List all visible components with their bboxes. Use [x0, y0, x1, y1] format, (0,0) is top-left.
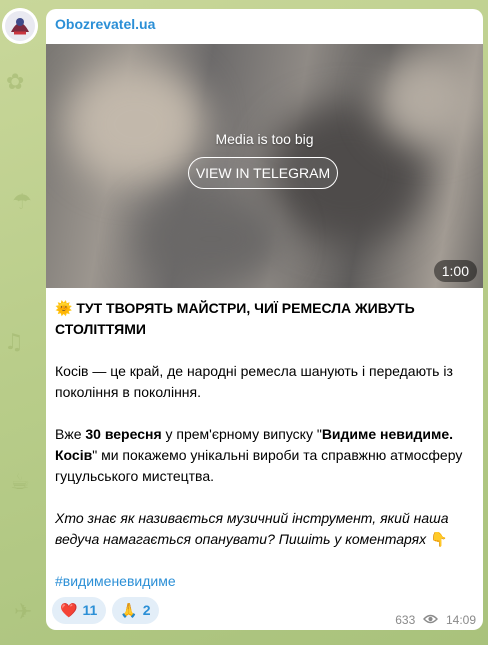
background-doodle: ✿	[6, 70, 25, 95]
background-doodle: ☂	[12, 190, 32, 215]
date-bold: 30 вересня	[85, 426, 162, 442]
media-blur	[66, 64, 206, 184]
reaction-pray[interactable]: 🙏 2	[112, 597, 160, 624]
eye-icon	[422, 613, 438, 627]
channel-name[interactable]: Obozrevatel.ua	[55, 16, 155, 32]
reaction-count: 2	[142, 602, 151, 618]
message-time: 14:09	[445, 612, 476, 627]
view-count: 633	[395, 612, 416, 627]
post-question: Хто знає як називається музичний інструм…	[55, 508, 475, 550]
media-blur	[136, 194, 286, 284]
background-doodle: ✈	[14, 600, 33, 625]
post-title: 🌞 ТУТ ТВОРЯТЬ МАЙСТРИ, ЧИЇ РЕМЕСЛА ЖИВУТ…	[55, 298, 475, 340]
text-span: Вже	[55, 426, 86, 442]
view-in-telegram-button[interactable]: VIEW IN TELEGRAM	[188, 157, 338, 189]
hashtag-link[interactable]: #видименевидиме	[55, 571, 475, 592]
reaction-count: 11	[82, 602, 98, 618]
sun-emoji-icon: 🌞	[55, 300, 73, 316]
message-bubble: Obozrevatel.ua Media is too big VIEW IN …	[46, 9, 483, 630]
background-doodle: ☕	[10, 470, 30, 495]
post-title-text: ТУТ ТВОРЯТЬ МАЙСТРИ, ЧИЇ РЕМЕСЛА ЖИВУТЬ …	[55, 300, 415, 337]
text-span: у прем'єрному випуску "	[161, 426, 322, 442]
media-too-big-notice: Media is too big	[215, 131, 314, 147]
reaction-heart[interactable]: ❤️ 11	[52, 597, 107, 624]
question-text: Хто знає як називається музичний інструм…	[55, 510, 449, 547]
post-text: 🌞 ТУТ ТВОРЯТЬ МАЙСТРИ, ЧИЇ РЕМЕСЛА ЖИВУТ…	[55, 298, 475, 592]
heart-icon: ❤️	[60, 603, 78, 619]
pointing-down-emoji-icon: 👇	[430, 531, 448, 547]
reactions-bar: ❤️ 11 🙏 2	[52, 597, 165, 624]
praying-hands-icon: 🙏	[120, 603, 138, 619]
message-meta: 633 14:09	[395, 612, 476, 627]
channel-avatar[interactable]	[2, 8, 38, 44]
media-preview[interactable]: Media is too big VIEW IN TELEGRAM 1:00	[46, 44, 483, 288]
post-paragraph: Вже 30 вересня у прем'єрному випуску "Ви…	[55, 424, 475, 487]
text-span: " ми покажемо унікальні вироби та справж…	[55, 447, 463, 484]
post-paragraph: Косів — це край, де народні ремесла шану…	[55, 363, 453, 400]
background-doodle: ♫	[4, 330, 24, 355]
video-duration: 1:00	[433, 260, 477, 282]
